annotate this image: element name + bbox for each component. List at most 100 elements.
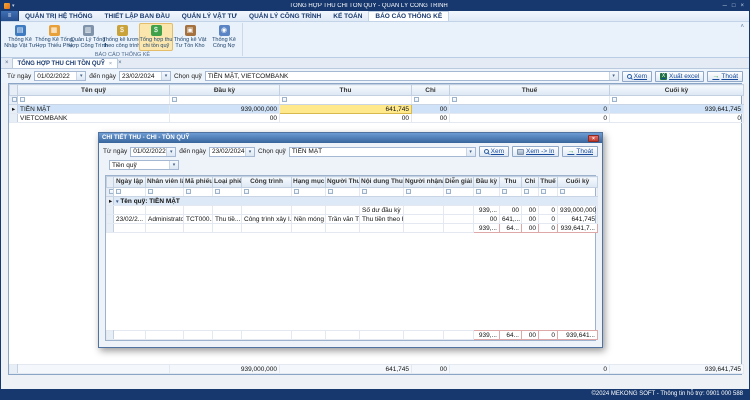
cell[interactable]: 23/02/2... <box>114 215 146 224</box>
filter-cell[interactable] <box>610 96 744 105</box>
close-document-icon[interactable]: × <box>118 60 122 66</box>
chevron-down-icon[interactable]: ▾ <box>609 72 618 80</box>
ribbon-button-thong-ke-cong-no[interactable]: ◉ Thống KêCông Nợ <box>207 23 241 51</box>
ribbon-collapse-icon[interactable]: ˄ <box>740 24 744 30</box>
filter-cell[interactable] <box>474 188 500 197</box>
detail-row-receipt[interactable]: 23/02/2... Administrator TCT000... Thu t… <box>107 215 598 224</box>
col-header-chi[interactable]: Chi <box>412 85 450 96</box>
filter-cell[interactable] <box>522 188 539 197</box>
cell-thue[interactable]: 0 <box>450 114 610 123</box>
filter-cell[interactable] <box>539 188 558 197</box>
cell[interactable]: 939,000,000 <box>558 206 598 215</box>
dialog-view-button[interactable]: Xem <box>479 146 509 157</box>
cell-dau-ky[interactable]: 939,000,000 <box>170 105 280 114</box>
detail-auto-filter-row[interactable] <box>107 188 598 197</box>
tab-close-icon[interactable]: × <box>109 61 112 67</box>
cell[interactable]: 00 <box>522 206 539 215</box>
export-excel-button[interactable]: X Xuất excel <box>655 71 704 82</box>
col-header[interactable]: Công trình <box>242 177 292 188</box>
dialog-exit-button[interactable]: → Thoát <box>562 146 598 157</box>
cell[interactable]: 00 <box>474 215 500 224</box>
dialog-close-button[interactable]: × <box>588 135 599 142</box>
chevron-down-icon[interactable]: ▾ <box>245 148 254 156</box>
ribbon-button-quan-ly-tong-hop-cong-trinh[interactable]: ▥ Quản Lý TổngHợp Công Trình <box>71 23 105 51</box>
cell[interactable] <box>242 206 292 215</box>
cell[interactable] <box>184 206 213 215</box>
cell[interactable] <box>146 206 184 215</box>
cell[interactable] <box>444 206 474 215</box>
cell-chi[interactable]: 00 <box>412 105 450 114</box>
filter-cell[interactable] <box>184 188 213 197</box>
col-header[interactable]: Thuế <box>539 177 558 188</box>
from-date-input[interactable]: 01/02/2022 ▾ <box>34 71 86 81</box>
cell[interactable]: Thu tiề... <box>213 215 242 224</box>
group-row[interactable]: ▸ ▾ Tên quỹ: TIỀN MẶT <box>107 197 598 206</box>
cell[interactable]: 939,... <box>474 206 500 215</box>
chevron-down-icon[interactable]: ▾ <box>166 148 175 156</box>
dialog-view-print-button[interactable]: Xem -> In <box>512 146 559 157</box>
cell-thue[interactable]: 0 <box>450 105 610 114</box>
tab-quan-tri-he-thong[interactable]: QUẢN TRỊ HỆ THỐNG <box>19 11 99 21</box>
cell[interactable] <box>326 206 360 215</box>
tab-bao-cao-thong-ke[interactable]: BÁO CÁO THỐNG KÊ <box>368 11 449 21</box>
cell[interactable]: Trần văn Tỉ <box>326 215 360 224</box>
col-header[interactable]: Người nhận/đưa tiền <box>404 177 444 188</box>
filter-cell[interactable] <box>292 188 326 197</box>
cell-cuoi-ky[interactable]: 0 <box>610 114 744 123</box>
filter-cell[interactable] <box>444 188 474 197</box>
auto-filter-row[interactable] <box>10 96 744 105</box>
to-date-input[interactable]: 23/02/2024 ▾ <box>119 71 171 81</box>
cell-thu-selected[interactable]: 641,745 <box>280 105 412 114</box>
filter-cell[interactable] <box>170 96 280 105</box>
col-header[interactable]: Hạng mục <box>292 177 326 188</box>
ribbon-button-thong-ke-nhap-vat-tu[interactable]: ▤ Thống KêNhập Vật Tư <box>3 23 37 51</box>
table-row-tien-mat[interactable]: ▸ TIỀN MẶT 939,000,000 641,745 00 0 939,… <box>10 105 744 114</box>
cell-dau-ky[interactable]: 00 <box>170 114 280 123</box>
col-header[interactable]: Cuối kỳ <box>558 177 598 188</box>
cell[interactable] <box>404 206 444 215</box>
cell[interactable]: TCT000... <box>184 215 213 224</box>
col-header[interactable]: Nhân viên lập <box>146 177 184 188</box>
col-header[interactable]: Chi <box>522 177 539 188</box>
col-header-thue[interactable]: Thuế <box>450 85 610 96</box>
chevron-down-icon[interactable]: ▾ <box>466 148 475 156</box>
to-date-input[interactable]: 23/02/2024 ▾ <box>209 147 255 157</box>
ribbon-button-thong-ke-luong[interactable]: $ Thống kê lươngtheo công trình <box>105 23 139 51</box>
ribbon-button-tong-hop-thu-chi-ton-quy[interactable]: $ Tổng hợp thuchi tồn quỹ <box>139 23 173 51</box>
from-date-input[interactable]: 01/02/2022 ▾ <box>130 147 176 157</box>
cell[interactable]: 0 <box>539 215 558 224</box>
col-header[interactable]: Loại phiếu <box>213 177 242 188</box>
cell[interactable]: 0 <box>539 206 558 215</box>
col-header[interactable]: Diễn giải <box>444 177 474 188</box>
col-header[interactable]: Mã phiếu <box>184 177 213 188</box>
cell[interactable]: Số dư đầu kỳ <box>360 206 404 215</box>
chevron-down-icon[interactable]: ▾ <box>161 72 170 80</box>
cell[interactable]: 00 <box>500 206 522 215</box>
col-header[interactable]: Người Thu/Chi <box>326 177 360 188</box>
col-header[interactable]: Thu <box>500 177 522 188</box>
cell[interactable]: 641,... <box>500 215 522 224</box>
filter-cell[interactable] <box>558 188 598 197</box>
chevron-down-icon[interactable]: ▾ <box>76 72 85 80</box>
fund-group-combo[interactable]: Tiền quỹ ▾ <box>109 160 179 170</box>
tab-quan-ly-vat-tu[interactable]: QUẢN LÝ VẬT TƯ <box>176 11 243 21</box>
application-menu-button[interactable]: ≡ <box>1 11 19 21</box>
cell[interactable] <box>114 206 146 215</box>
tab-quan-ly-cong-trinh[interactable]: QUẢN LÝ CÔNG TRÌNH <box>243 11 327 21</box>
col-header[interactable]: Đầu kỳ <box>474 177 500 188</box>
filter-cell[interactable] <box>213 188 242 197</box>
detail-row-opening-balance[interactable]: Số dư đầu kỳ 939,... 00 00 0 939,000,000 <box>107 206 598 215</box>
col-header[interactable]: Nội dung Thu/Chi <box>360 177 404 188</box>
filter-cell[interactable] <box>500 188 522 197</box>
filter-cell[interactable] <box>326 188 360 197</box>
ribbon-button-thong-ke-tong-hop[interactable]: ▦ Thống Kê TổngHợp Thiếu Phụ <box>37 23 71 51</box>
filter-cell[interactable] <box>412 96 450 105</box>
cell-cuoi-ky[interactable]: 939,641,745 <box>610 105 744 114</box>
filter-cell[interactable] <box>242 188 292 197</box>
close-button[interactable]: × <box>740 3 744 9</box>
tab-thiet-lap-ban-dau[interactable]: THIẾT LẬP BAN ĐẦU <box>99 11 176 21</box>
cell[interactable]: Nền móng <box>292 215 326 224</box>
ribbon-button-thong-ke-vat-tu-ton-kho[interactable]: ▣ Thống kê VậtTư Tồn Kho <box>173 23 207 51</box>
filter-cell[interactable] <box>404 188 444 197</box>
cell[interactable]: Administrator <box>146 215 184 224</box>
